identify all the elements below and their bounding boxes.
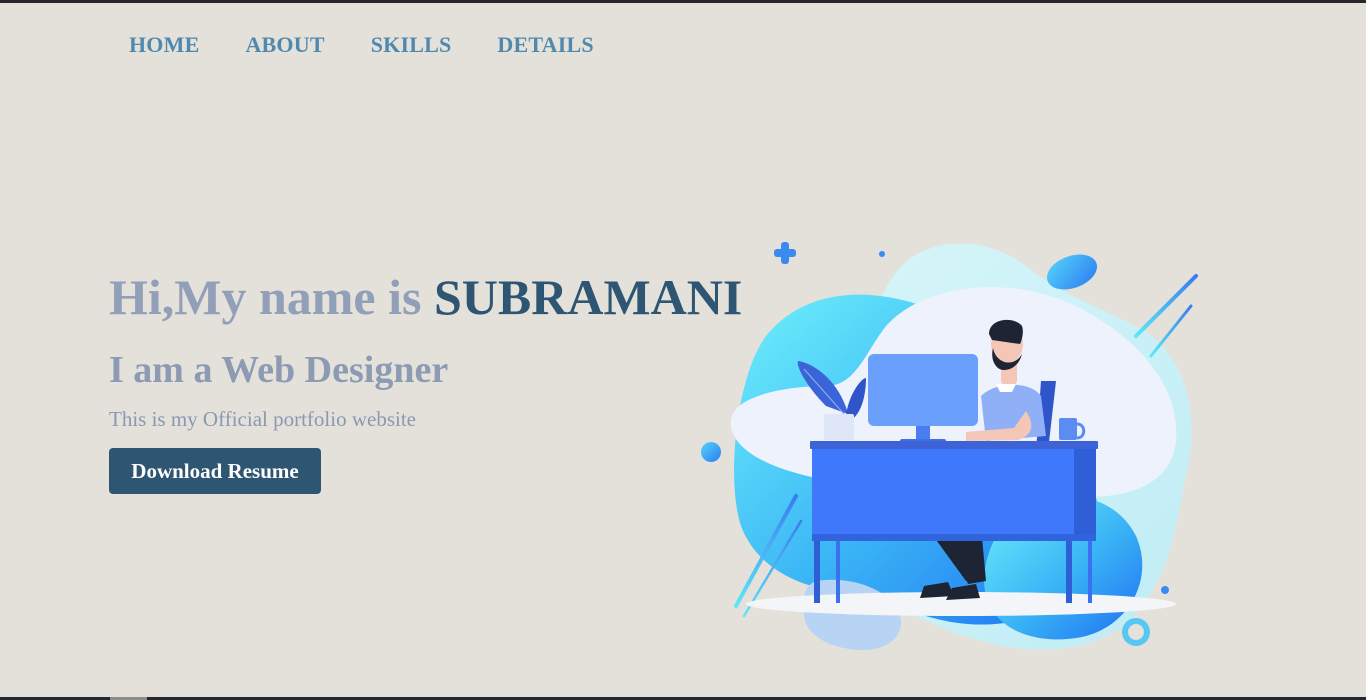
nav-home-link[interactable]: HOME xyxy=(129,31,199,59)
hero-role: I am a Web Designer xyxy=(109,349,449,391)
nav-about-link[interactable]: ABOUT xyxy=(245,31,324,59)
hero-heading: Hi,My name is SUBRAMANI xyxy=(109,268,769,326)
hero-tagline: This is my Official portfolio website xyxy=(109,407,416,431)
person-at-desk-illustration xyxy=(696,236,1206,656)
download-resume-button[interactable]: Download Resume xyxy=(109,448,321,494)
hero-section: Hi,My name is SUBRAMANI I am a Web Desig… xyxy=(109,268,769,494)
main-nav: HOME ABOUT SKILLS DETAILS xyxy=(129,31,640,59)
nav-skills-link[interactable]: SKILLS xyxy=(371,31,452,59)
nav-details-link[interactable]: DETAILS xyxy=(497,31,593,59)
top-border xyxy=(0,0,1366,3)
hero-greeting: Hi,My name is xyxy=(109,269,434,325)
